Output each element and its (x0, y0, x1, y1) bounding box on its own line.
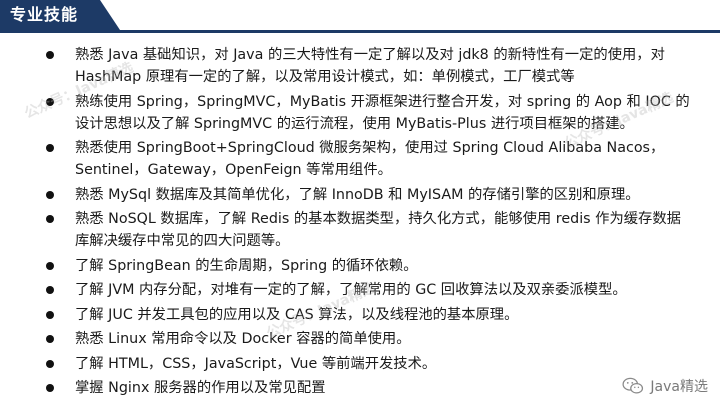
skill-text: 熟悉 Java 基础知识，对 Java 的三大特性有一定了解以及对 jdk8 的… (75, 47, 665, 85)
skill-item: 了解 JUC 并发工具包的应用以及 CAS 算法，以及线程池的基本原理。 (0, 304, 720, 326)
skill-item: 熟悉 Linux 常用命令以及 Docker 容器的简单使用。 (0, 328, 720, 350)
bullet-icon (46, 359, 54, 368)
section-title: 专业技能 (10, 5, 79, 24)
wechat-icon (622, 377, 644, 394)
section-header: 专业技能 (0, 0, 720, 33)
brand-logo: Java精选 (622, 376, 708, 396)
bullet-icon (46, 215, 54, 223)
skill-item: 了解 HTML，CSS，JavaScript，Vue 等前端开发技术。 (0, 353, 720, 375)
skill-text: 熟悉 Linux 常用命令以及 Docker 容器的简单使用。 (75, 331, 411, 347)
skill-text: 了解 HTML，CSS，JavaScript，Vue 等前端开发技术。 (75, 355, 437, 372)
bullet-icon (46, 51, 54, 59)
skill-item: 了解 JVM 内存分配，对堆有一定的了解，了解常用的 GC 回收算法以及双亲委派… (0, 279, 720, 301)
bullet-icon (46, 384, 54, 392)
bullet-icon (46, 97, 54, 106)
skill-item: 熟悉使用 SpringBoot+SpringCloud 微服务架构，使用过 Sp… (0, 137, 720, 181)
bullet-icon (46, 190, 54, 199)
bullet-icon (46, 335, 54, 343)
skill-text: 了解 JUC 并发工具包的应用以及 CAS 算法，以及线程池的基本原理。 (75, 306, 519, 323)
skill-item: 熟悉 NoSQL 数据库，了解 Redis 的基本数据类型，持久化方式，能够使用… (0, 208, 720, 252)
skill-text: 掌握 Nginx 服务器的作用以及常见配置 (75, 380, 326, 396)
skill-item: 了解 SpringBean 的生命周期，Spring 的循环依赖。 (0, 255, 720, 277)
skill-item: 掌握 Nginx 服务器的作用以及常见配置 (0, 377, 720, 399)
skill-text: 熟悉使用 SpringBoot+SpringCloud 微服务架构，使用过 Sp… (75, 140, 665, 178)
skill-item: 熟悉 Java 基础知识，对 Java 的三大特性有一定了解以及对 jdk8 的… (0, 44, 720, 88)
section-divider (0, 30, 720, 33)
skill-text: 了解 SpringBean 的生命周期，Spring 的循环依赖。 (75, 257, 418, 274)
skill-item: 熟练使用 Spring，SpringMVC，MyBatis 开源框架进行整合开发… (0, 91, 720, 135)
bullet-icon (46, 144, 54, 152)
bullet-icon (46, 261, 54, 270)
bullet-icon (46, 310, 54, 319)
brand-label: Java精选 (650, 379, 708, 395)
skills-list: 熟悉 Java 基础知识，对 Java 的三大特性有一定了解以及对 jdk8 的… (0, 44, 720, 402)
skill-text: 熟悉 MySql 数据库及其简单优化，了解 InnoDB 和 MyISAM 的存… (75, 186, 640, 203)
skill-item: 熟悉 MySql 数据库及其简单优化，了解 InnoDB 和 MyISAM 的存… (0, 184, 720, 206)
skill-text: 熟练使用 Spring，SpringMVC，MyBatis 开源框架进行整合开发… (75, 93, 690, 132)
skill-text: 了解 JVM 内存分配，对堆有一定的了解，了解常用的 GC 回收算法以及双亲委派… (75, 282, 627, 298)
skill-text: 熟悉 NoSQL 数据库，了解 Redis 的基本数据类型，持久化方式，能够使用… (75, 211, 681, 249)
bullet-icon (46, 286, 54, 294)
